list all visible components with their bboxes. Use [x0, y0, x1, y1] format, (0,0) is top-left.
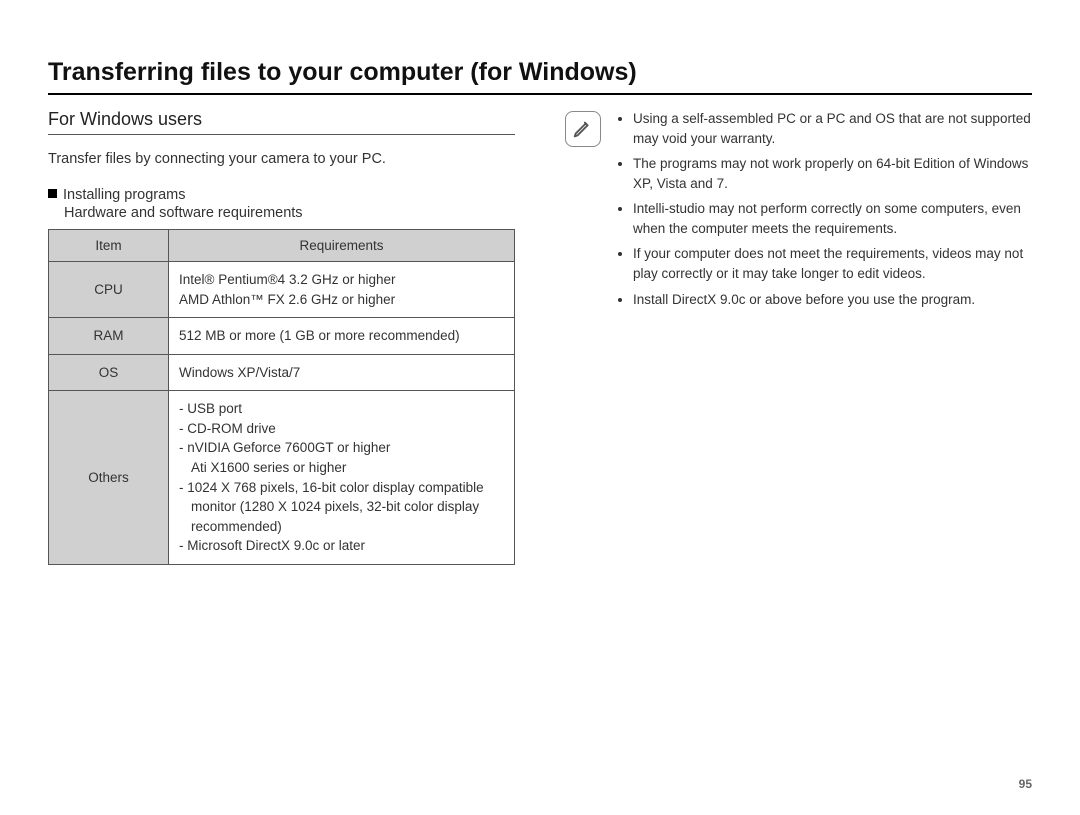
left-column: For Windows users Transfer files by conn…: [48, 109, 515, 565]
table-row: RAM 512 MB or more (1 GB or more recommen…: [49, 318, 515, 355]
requirement-line: - USB port: [179, 399, 504, 419]
notes-list: Using a self-assembled PC or a PC and OS…: [615, 109, 1032, 315]
table-header-item: Item: [49, 230, 169, 262]
section-sub-text: Hardware and software requirements: [64, 205, 515, 221]
intro-text: Transfer files by connecting your camera…: [48, 151, 515, 167]
table-header-req: Requirements: [169, 230, 515, 262]
section-heading-text: Installing programs: [63, 187, 186, 203]
note-item: Intelli-studio may not perform correctly…: [633, 199, 1032, 238]
requirement-line: - nVIDIA Geforce 7600GT or higher: [179, 438, 504, 458]
square-bullet-icon: [48, 189, 57, 198]
right-column: Using a self-assembled PC or a PC and OS…: [565, 109, 1032, 565]
table-cell-requirements: Windows XP/Vista/7: [169, 354, 515, 391]
section-subhead: For Windows users: [48, 109, 515, 135]
requirement-line: - CD-ROM drive: [179, 419, 504, 439]
table-row: CPUIntel® Pentium®4 3.2 GHz or higherAMD…: [49, 262, 515, 318]
table-row: OS Windows XP/Vista/7: [49, 354, 515, 391]
requirements-table: Item Requirements CPUIntel® Pentium®4 3.…: [48, 229, 515, 565]
requirement-line: recommended): [179, 517, 504, 537]
page-title: Transferring files to your computer (for…: [48, 58, 1032, 95]
table-cell-item: RAM: [49, 318, 169, 355]
requirement-line: - Microsoft DirectX 9.0c or later: [179, 536, 504, 556]
content-columns: For Windows users Transfer files by conn…: [48, 109, 1032, 565]
section-heading: Installing programs: [48, 187, 515, 203]
requirement-line: Ati X1600 series or higher: [179, 458, 504, 478]
requirement-line: Intel® Pentium®4 3.2 GHz or higher: [179, 270, 504, 290]
note-icon: [565, 111, 601, 147]
document-page: Transferring files to your computer (for…: [0, 0, 1080, 815]
page-number: 95: [1019, 777, 1032, 791]
table-cell-requirements: Intel® Pentium®4 3.2 GHz or higherAMD At…: [169, 262, 515, 318]
requirement-line: AMD Athlon™ FX 2.6 GHz or higher: [179, 290, 504, 310]
requirement-line: - 1024 X 768 pixels, 16-bit color displa…: [179, 478, 504, 498]
requirement-line: Windows XP/Vista/7: [179, 363, 504, 383]
note-item: Install DirectX 9.0c or above before you…: [633, 290, 1032, 310]
table-cell-item: Others: [49, 391, 169, 565]
table-row: Others- USB port- CD-ROM drive- nVIDIA G…: [49, 391, 515, 565]
note-item: The programs may not work properly on 64…: [633, 154, 1032, 193]
requirement-line: monitor (1280 X 1024 pixels, 32-bit colo…: [179, 497, 504, 517]
note-box: Using a self-assembled PC or a PC and OS…: [565, 109, 1032, 315]
note-item: Using a self-assembled PC or a PC and OS…: [633, 109, 1032, 148]
note-item: If your computer does not meet the requi…: [633, 244, 1032, 283]
table-cell-requirements: 512 MB or more (1 GB or more recommended…: [169, 318, 515, 355]
table-cell-item: CPU: [49, 262, 169, 318]
requirement-line: 512 MB or more (1 GB or more recommended…: [179, 326, 504, 346]
table-cell-item: OS: [49, 354, 169, 391]
table-cell-requirements: - USB port- CD-ROM drive- nVIDIA Geforce…: [169, 391, 515, 565]
table-header-row: Item Requirements: [49, 230, 515, 262]
